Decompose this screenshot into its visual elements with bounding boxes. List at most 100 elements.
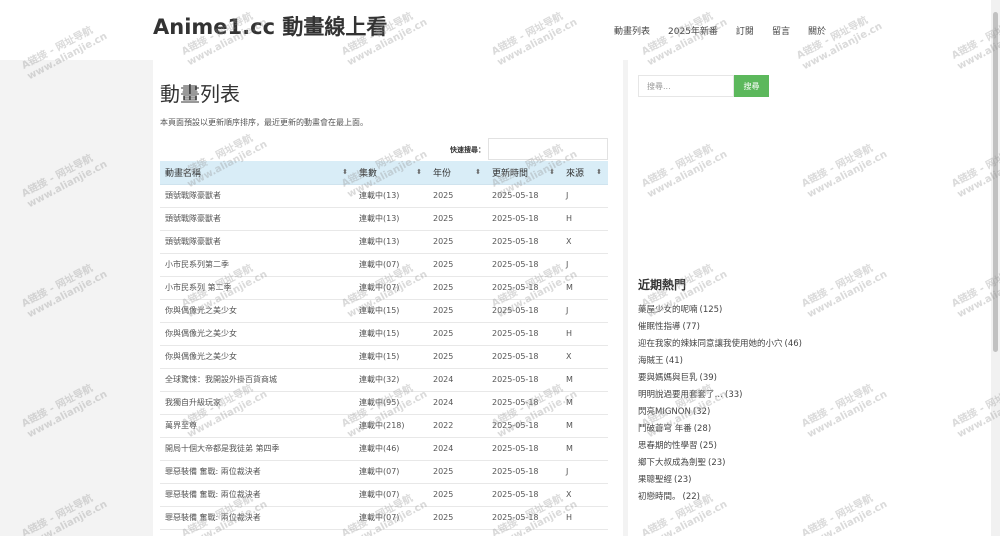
episodes-cell: 連載中(15) — [354, 322, 428, 346]
anime-name-cell[interactable]: 你與偶像光之美少女 — [160, 345, 354, 369]
watermark-line: www.alianjie.cn — [25, 268, 110, 321]
year-cell: 2025 — [428, 506, 487, 530]
table-row: 頭號戰隊豪獸者 連載中(13) 2025 2025-05-18 J — [160, 184, 608, 208]
popular-item: 初戀時間。 (22) — [638, 490, 802, 507]
quick-search-input[interactable] — [488, 138, 608, 160]
popular-item-link[interactable]: 思春期的性學習 — [638, 441, 698, 451]
episodes-cell: 連載中(46) — [354, 437, 428, 461]
column-label: 集數 — [359, 168, 378, 179]
episodes-cell: 連載中(07) — [354, 253, 428, 277]
column-header-episodes[interactable]: 集數 ⬍ — [354, 161, 428, 185]
anime-name-cell[interactable]: 頭號戰隊豪獸者 — [160, 207, 354, 231]
popular-item: 迎在我家的辣妹同意讓我使用她的小穴 (46) — [638, 337, 802, 354]
anime-name-cell[interactable]: 我獨自升級玩家 — [160, 391, 354, 415]
anime-name-cell[interactable]: 開局十個大帝都是我徒弟 第四季 — [160, 437, 354, 461]
popular-item-link[interactable]: 閃亮MIGNON — [638, 407, 691, 417]
popular-item-link[interactable]: 初戀時間。 — [638, 492, 681, 502]
table-row: 我獨自升級玩家 連載中(95) 2024 2025-05-18 M — [160, 391, 608, 415]
popular-item: 催眠性指導 (77) — [638, 320, 802, 337]
year-cell: 2024 — [428, 368, 487, 392]
column-header-source[interactable]: 來源 ⬍ — [561, 161, 608, 185]
table-header-row: 動畫名稱 ⬍ 集數 ⬍ 年份 ⬍ 更新時間 ⬍ 來源 ⬍ — [160, 161, 608, 185]
updated-cell: 2025-05-18 — [487, 460, 561, 484]
updated-cell: 2025-05-18 — [487, 322, 561, 346]
source-cell: X — [561, 230, 608, 254]
watermark-line: www.alianjie.cn — [25, 498, 110, 536]
year-cell: 2025 — [428, 299, 487, 323]
anime-name-cell[interactable]: 萬界至尊 — [160, 414, 354, 438]
popular-item-link[interactable]: 迎在我家的辣妹同意讓我使用她的小穴 — [638, 339, 783, 349]
episodes-cell: 連載中(07) — [354, 483, 428, 507]
table-row: 你與偶像光之美少女 連載中(15) 2025 2025-05-18 J — [160, 299, 608, 323]
popular-item-count: (23) — [674, 475, 692, 485]
column-header-updated[interactable]: 更新時間 ⬍ — [487, 161, 561, 185]
scrollbar-thumb[interactable] — [993, 12, 998, 352]
updated-cell: 2025-05-18 — [487, 207, 561, 231]
page-title: 動畫列表 — [160, 82, 240, 106]
updated-cell: 2025-05-18 — [487, 276, 561, 300]
popular-item-link[interactable]: 明明說過要用套套了… — [638, 390, 723, 400]
popular-item-link[interactable]: 海賊王 — [638, 356, 664, 366]
watermark-text: A链接 - 网址导航www.alianjie.cn — [20, 148, 110, 211]
popular-item-count: (77) — [682, 322, 700, 332]
anime-name-cell[interactable]: 小市民系列 第二季 — [160, 276, 354, 300]
nav-2025-new[interactable]: 2025年新番 — [668, 24, 718, 37]
anime-name-cell[interactable]: 罪惡裝備 奮戰: 兩位裁決者 — [160, 483, 354, 507]
year-cell: 2025 — [428, 345, 487, 369]
quick-search-label: 快速搜尋： — [450, 146, 485, 154]
popular-item-link[interactable]: 鬥破蒼穹 年番 — [638, 424, 692, 434]
anime-name-cell[interactable]: 你與偶像光之美少女 — [160, 322, 354, 346]
updated-cell: 2025-05-18 — [487, 506, 561, 530]
anime-name-cell[interactable]: 頭號戰隊豪獸者 — [160, 230, 354, 254]
watermark-line: www.alianjie.cn — [25, 388, 110, 441]
nav-subscribe[interactable]: 訂閱 — [736, 24, 754, 37]
table-row: 開局十個大帝都是我徒弟 第四季 連載中(46) 2024 2025-05-18 M — [160, 437, 608, 461]
page-scrollbar[interactable] — [991, 0, 1000, 536]
popular-item-link[interactable]: 鄉下大叔成為劍聖 — [638, 458, 706, 468]
year-cell: 2025 — [428, 230, 487, 254]
source-cell: H — [561, 207, 608, 231]
year-cell: 2025 — [428, 460, 487, 484]
sort-icon: ⬍ — [342, 168, 348, 176]
column-header-year[interactable]: 年份 ⬍ — [428, 161, 487, 185]
sidebar-search-button[interactable]: 搜尋 — [734, 75, 769, 97]
source-cell: M — [561, 391, 608, 415]
updated-cell: 2025-05-18 — [487, 414, 561, 438]
watermark-text: A链接 - 网址导航www.alianjie.cn — [20, 488, 110, 536]
sort-icon: ⬍ — [549, 168, 555, 176]
updated-cell: 2025-05-18 — [487, 184, 561, 208]
anime-name-cell[interactable]: 罪惡裝備 奮戰: 兩位裁決者 — [160, 460, 354, 484]
nav-about[interactable]: 關於 — [808, 24, 826, 37]
anime-name-cell[interactable]: 全球驚悚：我開設外掛百貨商城 — [160, 368, 354, 392]
anime-name-cell[interactable]: 頭號戰隊豪獸者 — [160, 184, 354, 208]
source-cell: J — [561, 184, 608, 208]
watermark-line: www.alianjie.cn — [25, 158, 110, 211]
updated-cell: 2025-05-18 — [487, 483, 561, 507]
nav-comments[interactable]: 留言 — [772, 24, 790, 37]
popular-item: 鄉下大叔成為劍聖 (23) — [638, 456, 802, 473]
episodes-cell: 連載中(15) — [354, 345, 428, 369]
popular-item: 藥屋少女的呢喃 (125) — [638, 303, 802, 320]
popular-item-link[interactable]: 要與媽媽與巨乳 — [638, 373, 698, 383]
source-cell: M — [561, 414, 608, 438]
nav-anime-list[interactable]: 動畫列表 — [614, 24, 650, 37]
year-cell: 2025 — [428, 184, 487, 208]
updated-cell: 2025-05-18 — [487, 368, 561, 392]
source-cell: M — [561, 276, 608, 300]
column-header-name[interactable]: 動畫名稱 ⬍ — [160, 161, 354, 185]
anime-name-cell[interactable]: 小市民系列第二季 — [160, 253, 354, 277]
anime-name-cell[interactable]: 你與偶像光之美少女 — [160, 299, 354, 323]
popular-item: 明明說過要用套套了… (33) — [638, 388, 802, 405]
source-cell: M — [561, 437, 608, 461]
sidebar-search-input[interactable] — [638, 75, 734, 97]
sort-icon: ⬍ — [475, 168, 481, 176]
anime-name-cell[interactable]: 罪惡裝備 奮戰: 兩位裁決者 — [160, 506, 354, 530]
episodes-cell: 連載中(13) — [354, 230, 428, 254]
popular-item-link[interactable]: 催眠性指導 — [638, 322, 681, 332]
popular-item-link[interactable]: 藥屋少女的呢喃 — [638, 305, 698, 315]
site-header: Anime1.cc 動畫線上看 動畫列表 2025年新番 訂閱 留言 關於 — [0, 0, 1000, 60]
popular-item-count: (28) — [693, 424, 712, 434]
popular-item-link[interactable]: 果聰聖經 — [638, 475, 672, 485]
site-title[interactable]: Anime1.cc 動畫線上看 — [153, 11, 387, 41]
table-row: 罪惡裝備 奮戰: 兩位裁決者 連載中(07) 2025 2025-05-18 J — [160, 460, 608, 484]
